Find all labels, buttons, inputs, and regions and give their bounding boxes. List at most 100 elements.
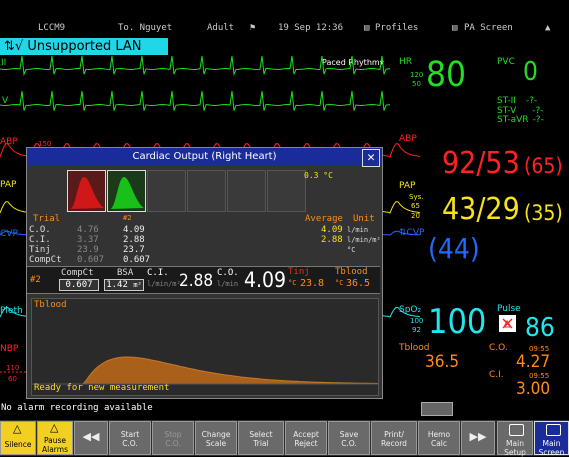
ecg-waveforms bbox=[0, 55, 391, 111]
average-header: Average bbox=[305, 214, 343, 224]
selected-trial-bar: #2 CompCt 0.607 BSA 1.42 m² C.I. l/min/m… bbox=[27, 266, 380, 294]
trial-number: #2 bbox=[123, 214, 132, 222]
co-result-unit: l/min bbox=[217, 280, 239, 288]
trial-thumbnail-3[interactable] bbox=[147, 170, 186, 212]
pulse-label: Pulse bbox=[497, 304, 521, 314]
tinj-label: Tinj bbox=[288, 267, 310, 277]
trial-thumbnail-5[interactable] bbox=[227, 170, 266, 212]
recorder-icon[interactable] bbox=[421, 402, 453, 416]
spo2-value[interactable]: 100 bbox=[428, 302, 486, 342]
trial-row-label: C.I. bbox=[29, 235, 51, 245]
trial-header: Trial bbox=[33, 214, 61, 224]
patient-category[interactable]: Adult bbox=[207, 23, 234, 33]
close-icon[interactable]: ✕ bbox=[362, 149, 380, 167]
pause-alarms-button[interactable]: △ Pause Alarms bbox=[37, 421, 73, 455]
selected-trial-number: #2 bbox=[30, 275, 41, 285]
hr-value[interactable]: 80 bbox=[426, 55, 466, 95]
tinj-value: 23.8 bbox=[300, 278, 325, 289]
trial-1-value: 23.9 bbox=[77, 245, 99, 255]
cardiac-output-dialog: Cardiac Output (Right Heart) ✕ 0.3 °C Tr… bbox=[26, 147, 383, 399]
smartkey-bar: △ Silence △ Pause Alarms ◀◀ Start C.O. Sto… bbox=[0, 420, 569, 457]
trial-1-value: 3.37 bbox=[77, 235, 99, 245]
main-screen-button[interactable]: Main Screen bbox=[534, 421, 569, 457]
bed-icon: ⚑ bbox=[250, 23, 256, 33]
st-avr-label: ST-aVR -?- bbox=[497, 115, 544, 125]
trial-thumbnail-2[interactable] bbox=[107, 170, 146, 212]
bsa-field[interactable]: 1.42 m² bbox=[104, 279, 144, 291]
pap-alarm-low: 20 bbox=[411, 212, 420, 220]
network-icon: ⇅√ bbox=[4, 39, 24, 54]
pap-alarm-high: 65 bbox=[411, 202, 420, 210]
ci-result-label: C.I. bbox=[147, 268, 169, 278]
spo2-label: SpO₂ bbox=[399, 305, 422, 315]
trial-table: C.O. 4.76 4.09 C.I. 3.37 2.88 Tinj 23.9 23.7 Comp… bbox=[27, 225, 301, 265]
average-value: 2.88 bbox=[321, 235, 343, 245]
spo2-alarm-high: 100 bbox=[410, 317, 424, 325]
screen-icon: ▤ bbox=[452, 23, 458, 33]
save-co-button[interactable]: Save C.O. bbox=[328, 421, 370, 455]
top-status-bar: LCCM9 To. Nguyet Adult ⚑ 19 Sep 12:36 ▤ … bbox=[0, 20, 569, 37]
abp-label: ABP bbox=[399, 134, 417, 144]
lan-status-text: Unsupported LAN bbox=[27, 39, 142, 54]
compct-label: CompCt bbox=[61, 268, 94, 278]
trial-2-value: 23.7 bbox=[123, 245, 145, 255]
temp-note: 0.3 °C bbox=[304, 171, 333, 180]
trial-2-value: 2.88 bbox=[123, 235, 145, 245]
alarm-message: No alarm recording available bbox=[1, 403, 153, 413]
trial-2-value: 4.09 bbox=[123, 225, 145, 235]
stop-co-button[interactable]: Stop C.O. bbox=[152, 421, 194, 455]
abp-mean-value: (65) bbox=[524, 154, 563, 178]
unit-header: Unit bbox=[353, 214, 375, 224]
tblood-result-label: Tblood bbox=[335, 267, 368, 277]
trial-1-value: 4.76 bbox=[77, 225, 99, 235]
silence-button[interactable]: △ Silence bbox=[0, 421, 36, 455]
setup-icon bbox=[509, 424, 524, 436]
pulse-value[interactable]: 86 bbox=[525, 313, 555, 343]
change-scale-button[interactable]: Change Scale bbox=[195, 421, 237, 455]
profiles-icon: ▤ bbox=[364, 23, 370, 33]
trial-thumbnail-6[interactable] bbox=[267, 170, 306, 212]
alarm-icon: △ bbox=[50, 421, 59, 434]
trial-1-value: 0.607 bbox=[77, 255, 105, 265]
bsa-label: BSA bbox=[117, 268, 134, 278]
trial-row-label: C.O. bbox=[29, 225, 51, 235]
pvc-label: PVC bbox=[497, 57, 515, 67]
start-co-button[interactable]: Start C.O. bbox=[109, 421, 151, 455]
trial-thumbnail-4[interactable] bbox=[187, 170, 226, 212]
select-trial-button[interactable]: Select Trial bbox=[238, 421, 284, 455]
compct-field[interactable]: 0.607 bbox=[59, 279, 99, 291]
patient-name[interactable]: To. Nguyet bbox=[118, 23, 172, 33]
pvc-value[interactable]: 0 bbox=[523, 57, 538, 87]
co-label: C.O. bbox=[489, 343, 508, 353]
co-value[interactable]: 4.27 bbox=[516, 352, 550, 372]
trial-row-label: CompCt bbox=[29, 255, 62, 265]
scroll-left-button[interactable]: ◀◀ bbox=[74, 421, 108, 455]
ci-value[interactable]: 3.00 bbox=[516, 379, 550, 399]
tblood-result-value: 36.5 bbox=[346, 278, 371, 289]
cvp-value[interactable]: (44) bbox=[428, 232, 480, 265]
unit-value: l/min bbox=[347, 226, 369, 234]
scroll-right-button[interactable]: ▶▶ bbox=[461, 421, 495, 455]
datetime: 19 Sep 12:36 bbox=[278, 23, 344, 33]
pap-sys-label: Sys. bbox=[409, 193, 424, 201]
hemo-calc-button[interactable]: Hemo Calc bbox=[418, 421, 460, 455]
lan-status-bar[interactable]: ⇅√ Unsupported LAN bbox=[0, 38, 168, 55]
trial-row-label: Tinj bbox=[29, 245, 51, 255]
accept-reject-button[interactable]: Accept Reject bbox=[285, 421, 327, 455]
screen-button[interactable]: PA Screen bbox=[464, 23, 513, 33]
pap-value[interactable]: 43/29 bbox=[442, 192, 520, 227]
trial-2-value: 0.607 bbox=[123, 255, 151, 265]
spo2-alarm-low: 92 bbox=[412, 326, 421, 334]
print-record-button[interactable]: Print/Record bbox=[371, 421, 417, 455]
tblood-value[interactable]: 36.5 bbox=[425, 352, 459, 372]
pap-mean-value: (35) bbox=[524, 201, 563, 225]
co-result-value: 4.09 bbox=[244, 268, 287, 292]
unit-value: l/min/m² bbox=[347, 236, 381, 244]
abp-value[interactable]: 92/53 bbox=[442, 146, 520, 181]
main-setup-button[interactable]: Main Setup bbox=[497, 421, 533, 457]
bed-label[interactable]: LCCM9 bbox=[38, 23, 65, 33]
co-result-label: C.O. bbox=[217, 268, 239, 278]
ci-result-unit: l/min/m² bbox=[147, 280, 181, 288]
profiles-button[interactable]: Profiles bbox=[375, 23, 418, 33]
trial-thumbnail-1[interactable] bbox=[67, 170, 106, 212]
